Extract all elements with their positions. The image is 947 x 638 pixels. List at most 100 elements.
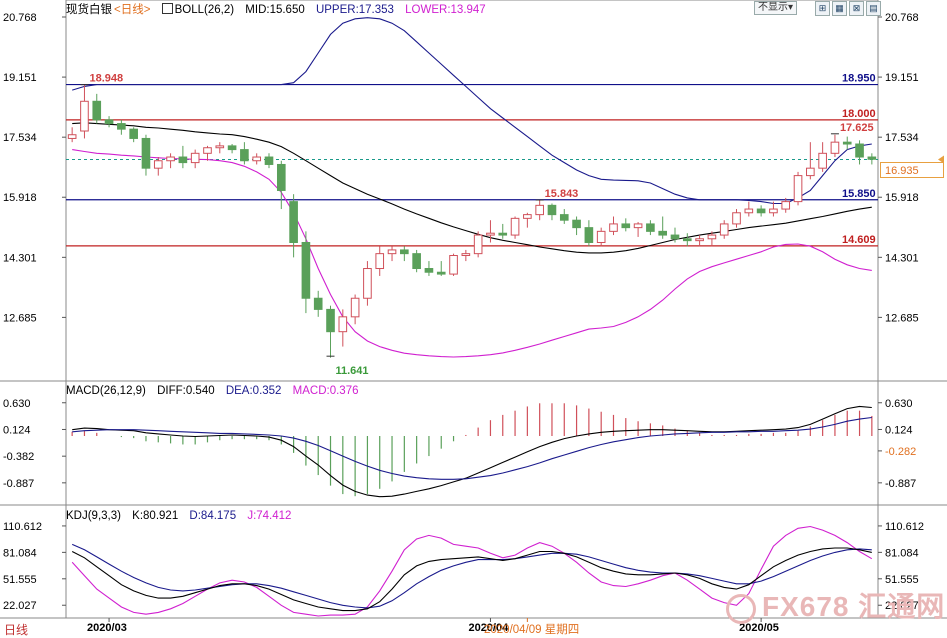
y-tick-label: 12.685: [885, 312, 919, 324]
candle-body: [621, 223, 631, 229]
boll-lower-value: LOWER:13.947: [405, 4, 486, 16]
candle-body: [350, 297, 360, 318]
macd-diff-line: [72, 405, 872, 498]
y-tick-label: 0.124: [3, 424, 31, 436]
hide-indicator-button[interactable]: 不显示▾: [754, 1, 798, 15]
macd-header: MACD(26,12,9) DIFF:0.540 DEA:0.352 MACD:…: [66, 385, 367, 397]
y-tick-label: 0.124: [885, 424, 913, 436]
zoom-in-icon[interactable]: ⊞: [815, 1, 830, 16]
candle-body: [510, 217, 520, 236]
y-tick-label: 20.768: [3, 12, 37, 24]
candle-body: [400, 249, 409, 255]
candle-body: [289, 201, 298, 244]
y-tick-label: 19.151: [3, 72, 37, 84]
candle-body: [190, 152, 200, 164]
candle-body: [596, 230, 606, 243]
indicator-icon: [161, 3, 173, 14]
x-tick-label: 2020/03: [87, 622, 127, 634]
level-label: 15.850: [842, 188, 876, 200]
layout-icon[interactable]: ▦: [832, 1, 847, 16]
candle-body: [363, 268, 372, 299]
candle-body: [338, 316, 348, 333]
annotation-label: 17.625: [840, 122, 874, 134]
candle-body: [449, 255, 458, 275]
kdj-d-value: D:84.175: [189, 510, 237, 522]
candle-body: [424, 268, 434, 273]
candle-body: [609, 223, 618, 232]
macd-diff-value: DIFF:0.540: [157, 385, 215, 397]
symbol-name: 现货白银: [66, 4, 112, 16]
candle-body: [658, 230, 668, 236]
y-tick-label: 110.612: [3, 521, 42, 533]
candle-body: [806, 167, 815, 177]
candle-body: [276, 163, 286, 191]
cursor-date-label: 2020/04/09 星期四: [484, 624, 580, 636]
period-selector[interactable]: 日线: [4, 621, 36, 638]
macd-macd-value: MACD:0.376: [292, 385, 359, 397]
candle-body: [240, 149, 249, 162]
candle-body: [584, 227, 594, 243]
y-tick-label: 110.612: [885, 521, 924, 533]
candle-body: [695, 238, 704, 242]
logo-mark-icon: [726, 593, 756, 624]
candle-body: [830, 141, 840, 154]
candle-body: [855, 143, 864, 158]
kdj-header: KDJ(9,3,3) K:80.921 D:84.175 J:74.412: [66, 510, 299, 522]
y-tick-label: 12.685: [3, 312, 37, 324]
kdj-j-value: J:74.412: [247, 510, 292, 522]
candle-body: [818, 152, 827, 169]
candle-body: [129, 128, 138, 139]
kdj-k-value: K:80.921: [132, 510, 179, 522]
boll-mid-value: MID:15.650: [245, 4, 305, 16]
candle-body: [498, 232, 508, 236]
candle-body: [117, 123, 126, 130]
macd-dea-line: [72, 416, 872, 480]
candle-body: [682, 238, 692, 242]
y-tick-label: 15.918: [885, 192, 919, 204]
macd-dea-value: DEA:0.352: [225, 385, 282, 397]
period-tag[interactable]: <日线>: [114, 4, 150, 16]
y-tick-label: 22.027: [3, 600, 37, 612]
level-label: 18.950: [842, 73, 876, 85]
boll-lower-line: [72, 149, 872, 358]
boll-label: BOLL(26,2): [174, 4, 235, 16]
candle-body: [178, 156, 188, 164]
candle-body: [80, 100, 89, 132]
y-tick-label: 20.768: [885, 12, 919, 24]
candle-body: [559, 214, 569, 221]
candle-body: [732, 212, 741, 225]
y-tick-label: 14.301: [885, 252, 919, 264]
grid-icon[interactable]: ⊠: [849, 1, 864, 16]
candle-body: [67, 134, 77, 139]
y-tick-label: 0.630: [885, 398, 913, 410]
boll-header: 现货白银 <日线> BOLL(26,2) MID:15.650 UPPER:17.…: [66, 1, 494, 17]
current-price-label: 16.935: [880, 162, 944, 178]
candle-body: [313, 297, 323, 310]
level-label: 18.000: [842, 108, 876, 120]
candle-body: [436, 271, 446, 275]
candle-body: [252, 156, 262, 162]
y-tick-label: 81.084: [885, 547, 919, 559]
boll-upper-line: [72, 17, 872, 205]
candle-body: [461, 253, 471, 257]
y-tick-label: 81.084: [3, 547, 37, 559]
candle-body: [756, 208, 766, 214]
chart-canvas[interactable]: 20.768 20.768 19.151 19.151 17.534 17.534 15.9…: [0, 0, 947, 636]
y-tick-label: 51.555: [885, 574, 919, 586]
candle-body: [781, 201, 791, 210]
y-tick-label: 19.151: [885, 72, 919, 84]
candle-body: [646, 223, 655, 232]
candle-body: [523, 214, 532, 219]
candle-body: [633, 223, 643, 229]
candle-body: [412, 253, 421, 270]
settings-icon[interactable]: ▤: [866, 1, 881, 16]
annotation-label: 15.843: [545, 188, 579, 200]
candle-body: [227, 145, 237, 151]
watermark-logo: FX678 汇通网: [726, 585, 945, 625]
candle-body: [203, 147, 212, 154]
kdj-label: KDJ(9,3,3): [66, 510, 121, 522]
candle-body: [535, 204, 544, 216]
candle-body: [793, 175, 803, 203]
candle-body: [153, 160, 163, 169]
candle-body: [670, 234, 680, 240]
